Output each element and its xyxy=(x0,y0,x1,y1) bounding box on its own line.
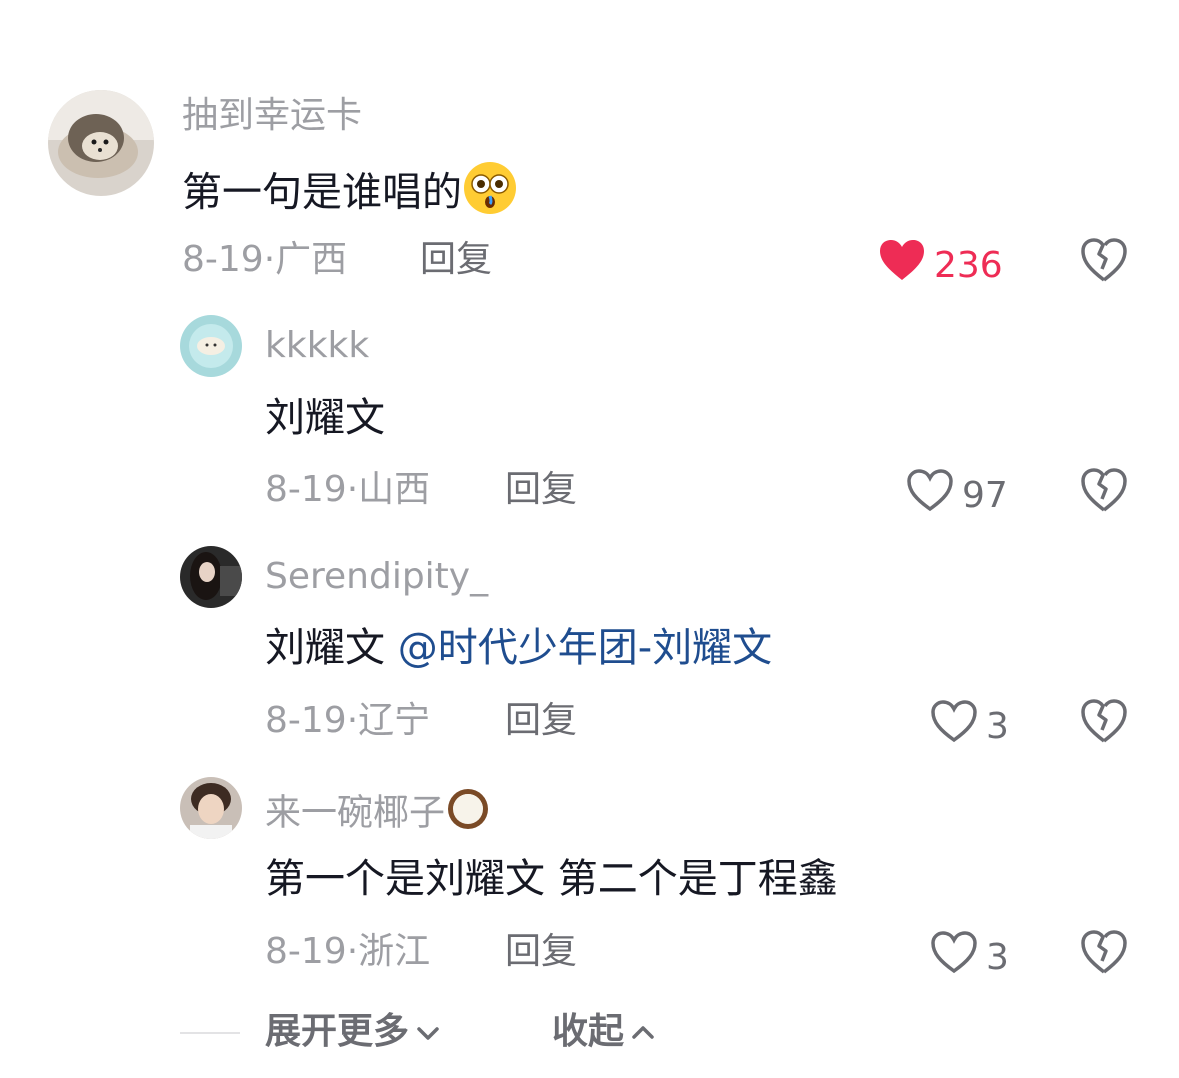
username-text: 来一碗椰子 xyxy=(265,792,446,834)
reply-button[interactable]: 回复 xyxy=(420,238,492,282)
flushed-face-icon xyxy=(462,160,518,229)
like-button[interactable]: 236 xyxy=(878,238,1003,293)
comment-date: 8-19 xyxy=(265,469,347,510)
comment-text: 第一句是谁唱的 xyxy=(182,160,518,229)
collapse-label: 收起 xyxy=(552,1011,625,1052)
comment-text: 第一个是刘耀文 第二个是丁程鑫 xyxy=(265,856,838,902)
avatar[interactable] xyxy=(180,315,242,377)
heart-filled-icon xyxy=(878,238,926,293)
comment-date: 8-19 xyxy=(265,931,347,972)
comment-meta: 8-19·辽宁 xyxy=(265,700,431,741)
broken-heart-icon[interactable] xyxy=(1080,697,1128,745)
comment-meta: 8-19·广西 xyxy=(182,239,348,280)
comment-location: 浙江 xyxy=(358,931,431,972)
comment-location: 山西 xyxy=(358,469,431,510)
comment-location: 广西 xyxy=(275,239,348,280)
reply-button[interactable]: 回复 xyxy=(505,930,577,974)
expand-more-label: 展开更多 xyxy=(265,1011,410,1052)
comment-text-content: 刘耀文 xyxy=(265,625,385,671)
mention-link[interactable]: @时代少年团-刘耀文 xyxy=(398,625,772,671)
chevron-down-icon xyxy=(415,1010,441,1054)
reply-button[interactable]: 回复 xyxy=(505,699,577,743)
username[interactable]: 抽到幸运卡 xyxy=(182,94,362,138)
like-count: 97 xyxy=(962,474,1008,516)
like-button[interactable]: 3 xyxy=(930,930,1009,985)
comment-date: 8-19 xyxy=(265,700,347,741)
like-button[interactable]: 97 xyxy=(906,468,1008,523)
username[interactable]: kkkkk xyxy=(265,324,369,368)
heart-outline-icon xyxy=(906,468,954,523)
heart-outline-icon xyxy=(930,699,978,754)
reply-button[interactable]: 回复 xyxy=(505,468,577,512)
comment-text: 刘耀文 @时代少年团-刘耀文 xyxy=(265,622,772,674)
like-count: 3 xyxy=(986,705,1009,747)
like-count: 3 xyxy=(986,936,1009,978)
like-count: 236 xyxy=(934,244,1003,286)
comment-date: 8-19 xyxy=(182,239,264,280)
expand-more-button[interactable]: 展开更多 xyxy=(265,1010,441,1054)
divider xyxy=(180,1032,240,1034)
heart-outline-icon xyxy=(930,930,978,985)
broken-heart-icon[interactable] xyxy=(1080,236,1128,284)
comment-meta: 8-19·浙江 xyxy=(265,931,431,972)
coconut-icon xyxy=(445,786,491,843)
like-button[interactable]: 3 xyxy=(930,699,1009,754)
avatar[interactable] xyxy=(180,546,242,608)
username[interactable]: Serendipity_ xyxy=(265,555,488,599)
broken-heart-icon[interactable] xyxy=(1080,928,1128,976)
comment-location: 辽宁 xyxy=(358,700,431,741)
comment-text: 刘耀文 xyxy=(265,395,385,441)
collapse-button[interactable]: 收起 xyxy=(552,1010,656,1054)
replies-footer: 展开更多 收起 xyxy=(0,1008,1179,1058)
comment-meta: 8-19·山西 xyxy=(265,469,431,510)
username[interactable]: 来一碗椰子 xyxy=(265,786,491,843)
broken-heart-icon[interactable] xyxy=(1080,466,1128,514)
chevron-up-icon xyxy=(630,1010,656,1054)
comment-text-content: 第一句是谁唱的 xyxy=(182,169,462,216)
avatar[interactable] xyxy=(180,777,242,839)
avatar[interactable] xyxy=(48,90,154,196)
